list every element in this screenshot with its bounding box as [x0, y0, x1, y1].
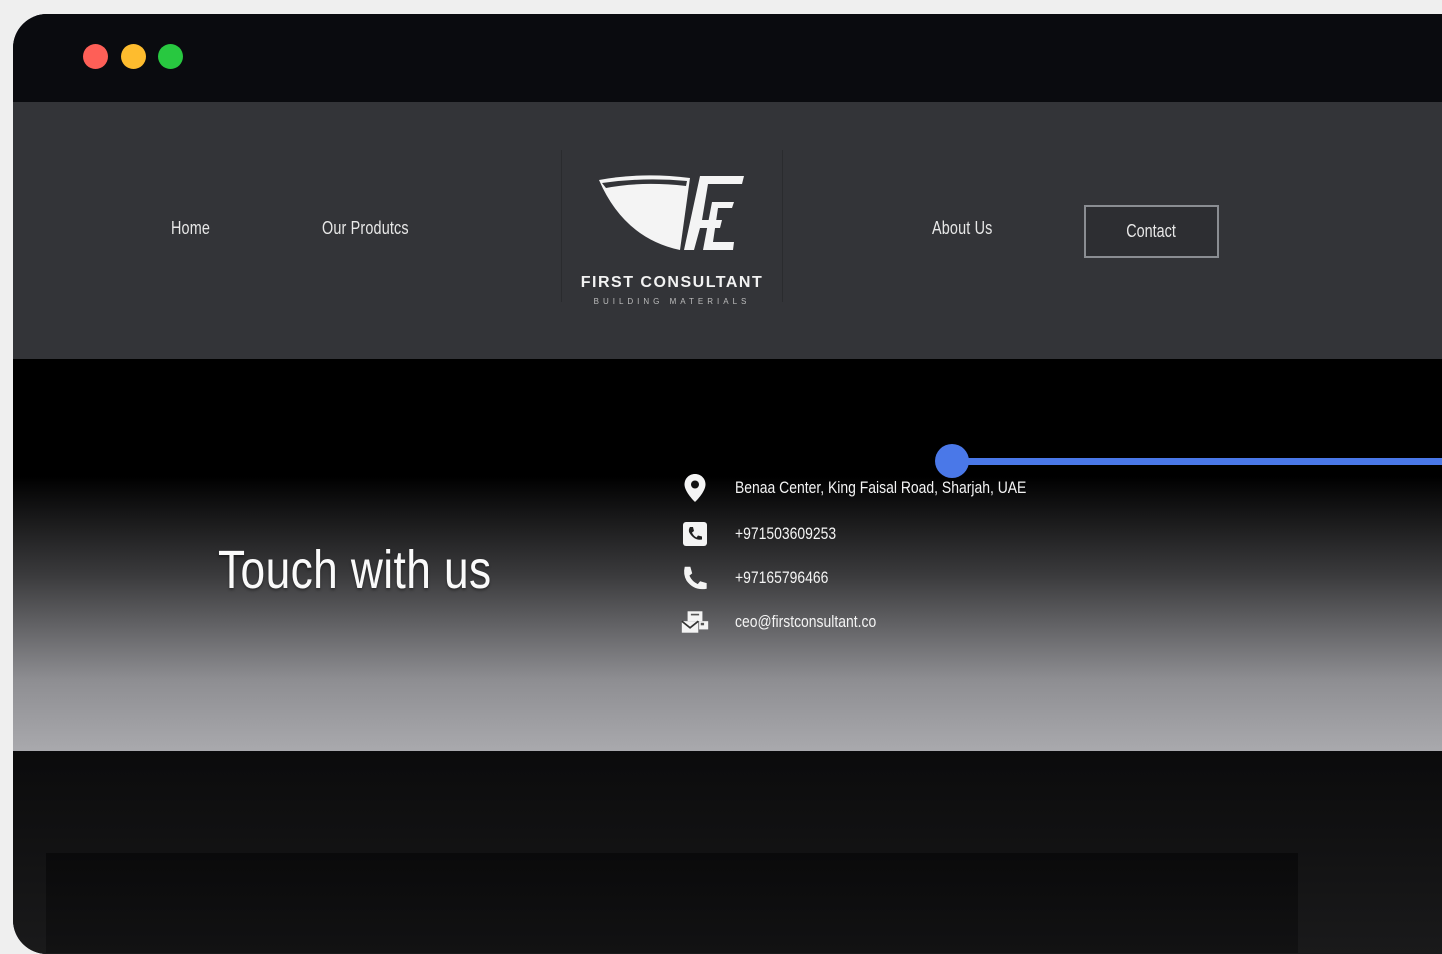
email-icon [681, 608, 709, 636]
window-titlebar [13, 14, 1442, 102]
browser-window: Home Our Produtcs FIRST CONSULTANT BUILD… [13, 14, 1442, 954]
nav-about-link[interactable]: About Us [932, 218, 993, 239]
page-footer-section [13, 751, 1442, 954]
site-logo[interactable]: FIRST CONSULTANT BUILDING MATERIALS [561, 150, 783, 306]
footer-panel [46, 853, 1298, 953]
contact-address: Benaa Center, King Faisal Road, Sharjah,… [735, 478, 1027, 497]
contact-phone-row: +97165796466 [681, 563, 849, 593]
logo-bowl-icon [599, 175, 744, 250]
hero-title: Touch with us [218, 540, 492, 600]
nav-contact-label: Contact [1126, 221, 1177, 241]
contact-address-row: Benaa Center, King Faisal Road, Sharjah,… [681, 473, 1090, 503]
annotation-pointer-dot [935, 444, 969, 478]
contact-phone: +97165796466 [735, 568, 829, 587]
contact-email[interactable]: ceo@firstconsultant.co [735, 612, 876, 632]
site-navbar: Home Our Produtcs FIRST CONSULTANT BUILD… [13, 102, 1442, 359]
minimize-window-button[interactable] [121, 44, 146, 69]
annotation-pointer-line [951, 458, 1442, 465]
contact-mobile: +971503609253 [735, 524, 837, 543]
logo-tagline: BUILDING MATERIALS [593, 297, 751, 306]
logo-name: FIRST CONSULTANT [580, 274, 764, 291]
maximize-window-button[interactable] [158, 44, 183, 69]
contact-mobile-row: +971503609253 [681, 519, 858, 549]
contact-email-row: ceo@firstconsultant.co [681, 607, 907, 637]
map-pin-icon [681, 474, 709, 502]
phone-icon [681, 564, 709, 592]
nav-products-link[interactable]: Our Produtcs [322, 218, 409, 239]
nav-contact-button[interactable]: Contact [1084, 205, 1219, 258]
mobile-phone-icon [681, 520, 709, 548]
nav-home-link[interactable]: Home [171, 218, 210, 239]
close-window-button[interactable] [83, 44, 108, 69]
contact-hero: Touch with us Benaa Center, King Faisal … [13, 359, 1442, 751]
